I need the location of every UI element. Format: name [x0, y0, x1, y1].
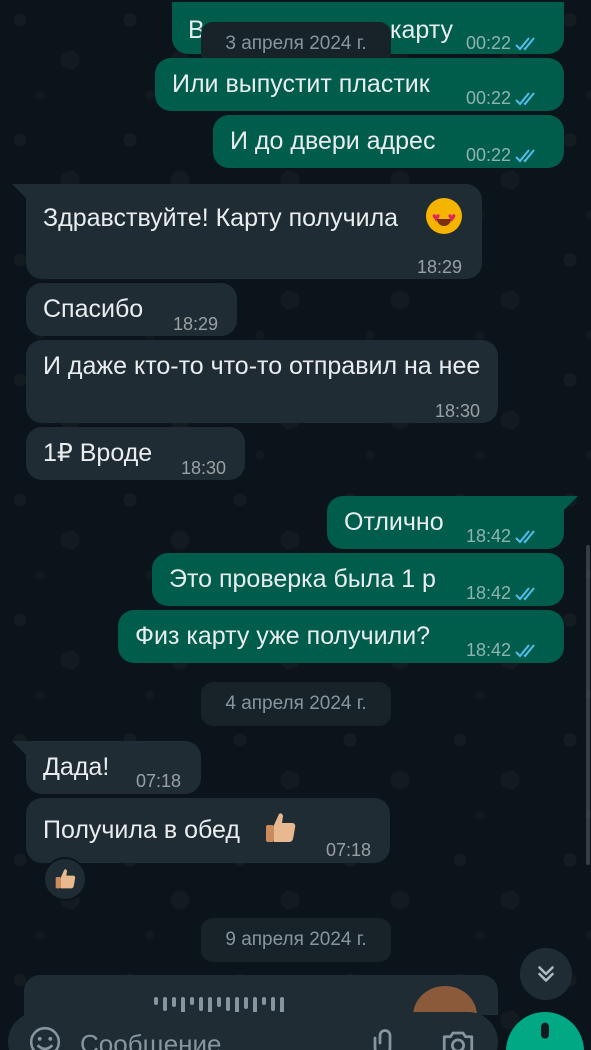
message-outgoing[interactable]: И до двери адрес 00:22 [213, 115, 564, 168]
message-text: 1₽ Вроде [43, 439, 153, 467]
message-text: И до двери адрес [230, 127, 436, 155]
camera-icon[interactable] [440, 1028, 476, 1050]
date-label: 4 апреля 2024 г. [225, 693, 367, 714]
message-incoming[interactable]: Дада! 07:18 [26, 741, 201, 794]
heart-eyes-emoji-icon [426, 198, 462, 234]
emoji-icon[interactable] [28, 1025, 62, 1050]
message-text: Это проверка была 1 р [169, 565, 436, 593]
message-time: 18:42 [466, 640, 512, 660]
microphone-icon [541, 1022, 549, 1039]
message-text: И даже кто-то что-то отправил на нее [43, 352, 481, 380]
reaction-badge[interactable] [43, 857, 87, 901]
bubble-tail [12, 184, 26, 198]
scroll-to-bottom-button[interactable] [520, 948, 572, 1000]
message-time: 07:18 [136, 771, 182, 791]
date-divider: 4 апреля 2024 г. [201, 682, 391, 726]
attach-paperclip-icon[interactable] [370, 1028, 400, 1050]
message-text: Физ карту уже получили? [135, 622, 431, 650]
message-outgoing[interactable]: Отлично 18:42 [327, 496, 564, 549]
date-label: 9 апреля 2024 г. [225, 929, 367, 950]
read-checkmarks-icon [515, 644, 535, 658]
message-text: Здравствуйте! Карту получила [43, 204, 399, 232]
message-time: 18:29 [417, 257, 463, 277]
message-input[interactable] [78, 1026, 352, 1050]
message-composer [0, 1010, 591, 1050]
date-divider: 9 апреля 2024 г. [201, 918, 391, 962]
message-time: 00:22 [466, 145, 512, 165]
microphone-button[interactable] [506, 1012, 584, 1050]
message-time: 18:30 [435, 401, 481, 421]
message-time: 18:42 [466, 526, 512, 546]
composer-pill [8, 1012, 498, 1050]
message-time: 18:29 [173, 314, 219, 334]
message-incoming[interactable]: И даже кто-то что-то отправил на нее 18:… [26, 340, 498, 423]
bubble-tail [564, 496, 578, 510]
message-incoming[interactable]: Получила в обед 07:18 [26, 798, 390, 863]
message-time: 07:18 [326, 840, 372, 860]
bubble-tail [12, 741, 26, 755]
message-outgoing[interactable]: Или выпустит пластик 00:22 [155, 58, 564, 111]
read-checkmarks-icon [515, 37, 535, 51]
message-incoming[interactable]: Здравствуйте! Карту получила 18:29 [26, 184, 482, 279]
read-checkmarks-icon [515, 149, 535, 163]
thumbs-up-reaction-icon [55, 869, 76, 889]
message-time: 18:42 [466, 583, 512, 603]
message-text-tail: карту [390, 16, 453, 44]
message-text: Или выпустит пластик [172, 70, 430, 98]
message-outgoing[interactable]: Физ карту уже получили? 18:42 [118, 610, 564, 663]
scrollbar[interactable] [586, 545, 590, 865]
date-label: 3 апреля 2024 г. [225, 33, 367, 54]
double-chevron-down-icon [538, 966, 554, 982]
message-incoming[interactable]: Спасибо 18:29 [26, 283, 237, 336]
thumbs-up-emoji-icon [266, 813, 296, 842]
read-checkmarks-icon [515, 530, 535, 544]
message-text: Спасибо [43, 295, 144, 323]
message-text: Дада! [43, 753, 110, 781]
read-checkmarks-icon [515, 92, 535, 106]
message-outgoing[interactable]: Это проверка была 1 р 18:42 [152, 553, 564, 606]
read-checkmarks-icon [515, 587, 535, 601]
message-time: 18:30 [181, 458, 227, 478]
chat-background: В карту 00:22 3 апреля 2024 г. Или выпус… [0, 0, 591, 1050]
message-time: 00:22 [466, 88, 512, 108]
message-time: 00:22 [466, 33, 512, 53]
message-incoming[interactable]: 1₽ Вроде 18:30 [26, 427, 245, 480]
message-text: Получила в обед [43, 816, 240, 844]
message-text: Отлично [344, 508, 444, 536]
